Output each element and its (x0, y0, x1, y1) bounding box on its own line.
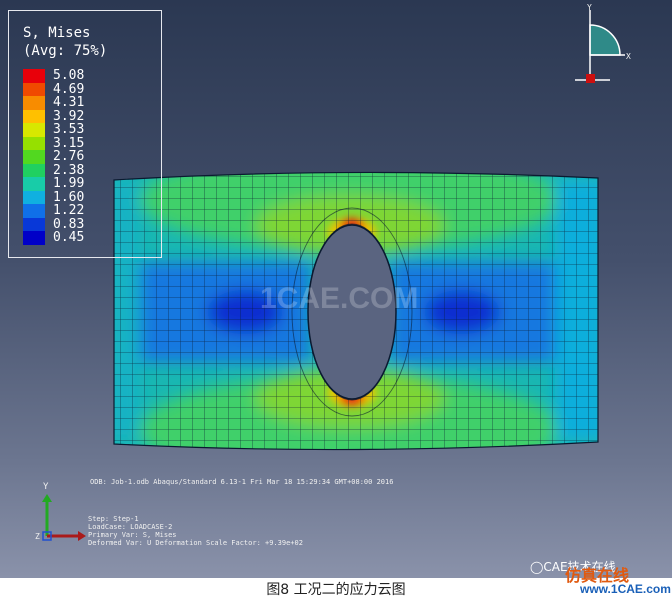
legend-swatch (23, 82, 45, 96)
legend-swatch (23, 204, 45, 218)
odb-info: ODB: Job-1.odb Abaqus/Standard 6.13-1 Fr… (90, 478, 394, 486)
color-legend: S, Mises (Avg: 75%) 5.08 4.69 4.31 3.92 3.53… (8, 10, 162, 258)
triad-top-y-label: Y (587, 3, 592, 12)
legend-value: 2.76 (53, 149, 85, 164)
triad-top-x-label: X (626, 52, 631, 61)
legend-swatch (23, 69, 45, 83)
deformed-var-info: Deformed Var: U Deformation Scale Factor… (88, 539, 303, 547)
legend-subtitle: (Avg: 75%) (23, 43, 108, 59)
legend-swatch (23, 190, 45, 204)
legend-swatch (23, 123, 45, 137)
legend-swatch (23, 109, 45, 123)
legend-swatch (23, 217, 45, 231)
legend-value: 1.22 (53, 203, 85, 218)
triad-bottom-y-label: Y (43, 482, 49, 492)
abaqus-viewport[interactable]: S, Mises (Avg: 75%) 5.08 4.69 4.31 3.92 3.53… (0, 0, 672, 578)
loadcase-info: LoadCase: LOADCASE-2 (88, 523, 173, 531)
triad-bottom-z-label: Z (35, 532, 40, 541)
legend-value: 4.31 (53, 95, 85, 110)
primary-var-info: Primary Var: S, Mises (88, 531, 177, 539)
legend-value: 0.45 (53, 230, 85, 245)
legend-swatch (23, 231, 45, 245)
watermark-center: 1CAE.COM (260, 282, 419, 315)
step-info: Step: Step-1 (88, 515, 139, 523)
legend-swatch (23, 96, 45, 110)
legend-value: 1.99 (53, 176, 85, 191)
triad-bottom-x-label: X (88, 531, 89, 532)
legend-value: 3.53 (53, 122, 85, 137)
figure-caption: 图8 工况二的应力云图 (266, 582, 406, 598)
legend-value: 5.08 (53, 68, 85, 83)
legend-swatch (23, 136, 45, 150)
legend-swatch (23, 177, 45, 191)
legend-swatch (23, 163, 45, 177)
legend-title: S, Mises (23, 25, 91, 41)
axis-triad-bottom (42, 494, 86, 541)
view-triad-top[interactable] (575, 10, 625, 83)
legend-swatch (23, 150, 45, 164)
